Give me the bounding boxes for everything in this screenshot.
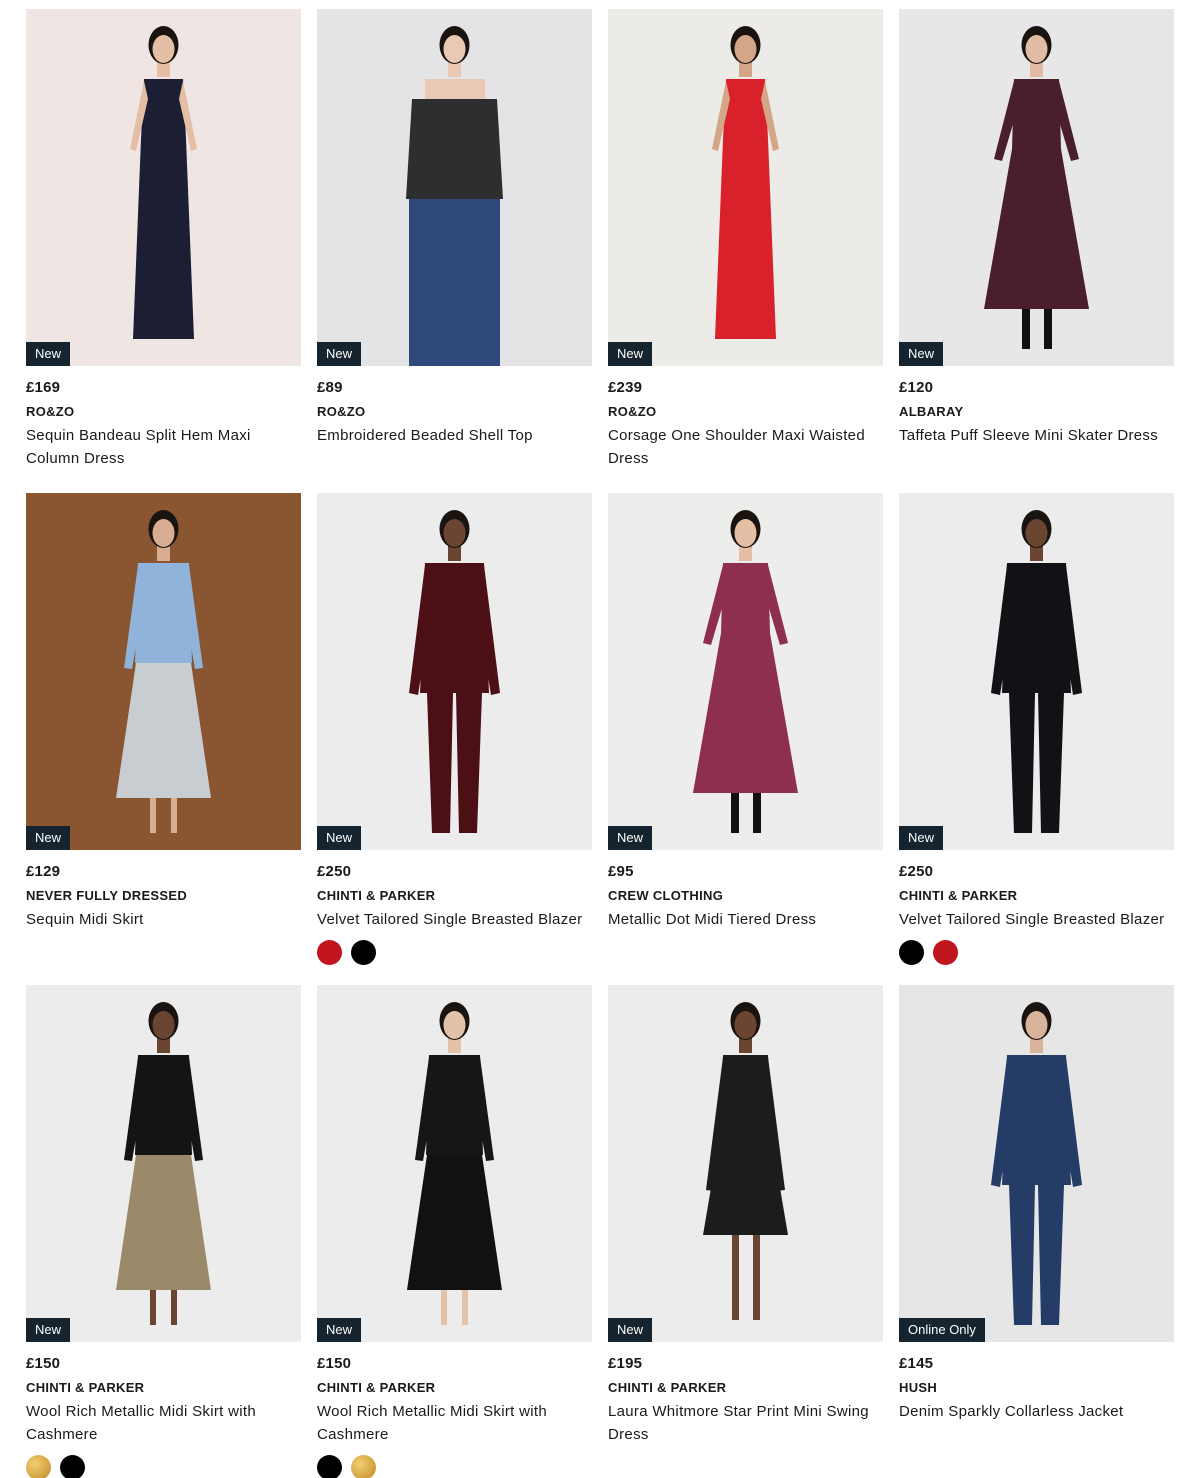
- product-card[interactable]: New £150 CHINTI & PARKER Wool Rich Metallic…: [26, 985, 301, 1478]
- product-card[interactable]: New £129 NEVER FULLY DRESSED Sequin Midi Sk…: [26, 493, 301, 931]
- product-image[interactable]: New: [317, 985, 592, 1342]
- product-price: £89: [317, 379, 343, 396]
- colour-swatch[interactable]: [317, 1455, 342, 1478]
- model-figure: [406, 26, 503, 366]
- product-card[interactable]: New £95 CREW CLOTHING Metallic Dot Midi Tie…: [608, 493, 883, 931]
- product-image[interactable]: New: [26, 493, 301, 850]
- colour-swatch[interactable]: [933, 940, 958, 965]
- product-grid: New £169 RO&ZO Sequin Bandeau Split Hem Max…: [0, 0, 1200, 1478]
- product-card[interactable]: New £250 CHINTI & PARKER Velvet Tailored Si…: [317, 493, 592, 965]
- product-card[interactable]: New £250 CHINTI & PARKER Velvet Tailored Si…: [899, 493, 1174, 965]
- product-price: £120: [899, 379, 934, 396]
- colour-swatches: [26, 1455, 301, 1478]
- product-title[interactable]: Velvet Tailored Single Breasted Blazer: [317, 908, 592, 931]
- model-figure: [703, 1002, 788, 1320]
- product-title[interactable]: Embroidered Beaded Shell Top: [317, 424, 592, 447]
- product-image[interactable]: New: [317, 9, 592, 366]
- product-brand: CHINTI & PARKER: [26, 1380, 145, 1395]
- model-figure: [409, 510, 500, 833]
- product-title[interactable]: Laura Whitmore Star Print Mini Swing Dre…: [608, 1400, 883, 1446]
- product-title[interactable]: Velvet Tailored Single Breasted Blazer: [899, 908, 1174, 931]
- product-image[interactable]: New: [317, 493, 592, 850]
- product-badge: New: [899, 826, 944, 850]
- product-badge: New: [317, 342, 362, 366]
- product-brand: NEVER FULLY DRESSED: [26, 888, 188, 903]
- product-brand: RO&ZO: [608, 404, 657, 419]
- model-figure: [116, 1002, 211, 1325]
- model-figure: [991, 1002, 1082, 1325]
- product-price: £169: [26, 379, 61, 396]
- product-card[interactable]: New £239 RO&ZO Corsage One Shoulder Maxi Wa…: [608, 9, 883, 470]
- product-image[interactable]: New: [608, 985, 883, 1342]
- colour-swatch[interactable]: [351, 1455, 376, 1478]
- product-title[interactable]: Sequin Bandeau Split Hem Maxi Column Dre…: [26, 424, 301, 470]
- model-figure: [991, 510, 1082, 833]
- product-image[interactable]: Online Only: [899, 985, 1174, 1342]
- product-badge: New: [26, 826, 71, 850]
- product-brand: ALBARAY: [899, 404, 964, 419]
- product-badge: New: [317, 1318, 362, 1342]
- product-price: £145: [899, 1355, 934, 1372]
- product-title[interactable]: Corsage One Shoulder Maxi Waisted Dress: [608, 424, 883, 470]
- product-title[interactable]: Wool Rich Metallic Midi Skirt with Cashm…: [317, 1400, 592, 1446]
- model-figure: [712, 26, 779, 339]
- product-badge: New: [608, 342, 653, 366]
- product-price: £250: [899, 863, 934, 880]
- colour-swatches: [899, 940, 1174, 965]
- model-figure: [116, 510, 211, 833]
- product-card[interactable]: New £195 CHINTI & PARKER Laura Whitmore Sta…: [608, 985, 883, 1446]
- colour-swatches: [317, 1455, 592, 1478]
- product-price: £150: [26, 1355, 61, 1372]
- product-price: £195: [608, 1355, 643, 1372]
- product-image[interactable]: New: [608, 9, 883, 366]
- product-brand: CHINTI & PARKER: [608, 1380, 727, 1395]
- colour-swatch[interactable]: [351, 940, 376, 965]
- product-title[interactable]: Taffeta Puff Sleeve Mini Skater Dress: [899, 424, 1174, 447]
- product-badge: Online Only: [899, 1318, 985, 1342]
- product-image[interactable]: New: [26, 9, 301, 366]
- product-price: £250: [317, 863, 352, 880]
- product-brand: RO&ZO: [317, 404, 366, 419]
- product-brand: CHINTI & PARKER: [317, 1380, 436, 1395]
- product-price: £95: [608, 863, 634, 880]
- colour-swatches: [317, 940, 592, 965]
- product-title[interactable]: Metallic Dot Midi Tiered Dress: [608, 908, 883, 931]
- product-brand: CHINTI & PARKER: [317, 888, 436, 903]
- product-image[interactable]: New: [899, 9, 1174, 366]
- product-badge: New: [608, 1318, 653, 1342]
- product-badge: New: [317, 826, 362, 850]
- product-badge: New: [26, 1318, 71, 1342]
- product-brand: CREW CLOTHING: [608, 888, 724, 903]
- product-price: £239: [608, 379, 643, 396]
- product-card[interactable]: New £169 RO&ZO Sequin Bandeau Split Hem Max…: [26, 9, 301, 470]
- model-figure: [693, 510, 798, 833]
- product-brand: RO&ZO: [26, 404, 75, 419]
- product-card[interactable]: New £89 RO&ZO Embroidered Beaded Shell Top: [317, 9, 592, 447]
- product-image[interactable]: New: [608, 493, 883, 850]
- colour-swatch[interactable]: [26, 1455, 51, 1478]
- product-brand: HUSH: [899, 1380, 938, 1395]
- product-title[interactable]: Denim Sparkly Collarless Jacket: [899, 1400, 1174, 1423]
- product-title[interactable]: Sequin Midi Skirt: [26, 908, 301, 931]
- product-badge: New: [899, 342, 944, 366]
- product-card[interactable]: Online Only £145 HUSH Denim Sparkly Collarl…: [899, 985, 1174, 1423]
- model-figure: [407, 1002, 502, 1325]
- colour-swatch[interactable]: [899, 940, 924, 965]
- colour-swatch[interactable]: [60, 1455, 85, 1478]
- product-card[interactable]: New £150 CHINTI & PARKER Wool Rich Metallic…: [317, 985, 592, 1478]
- product-image[interactable]: New: [26, 985, 301, 1342]
- product-price: £150: [317, 1355, 352, 1372]
- product-badge: New: [608, 826, 653, 850]
- product-price: £129: [26, 863, 61, 880]
- model-figure: [130, 26, 197, 339]
- product-title[interactable]: Wool Rich Metallic Midi Skirt with Cashm…: [26, 1400, 301, 1446]
- colour-swatch[interactable]: [317, 940, 342, 965]
- product-card[interactable]: New £120 ALBARAY Taffeta Puff Sleeve Mini S…: [899, 9, 1174, 447]
- product-brand: CHINTI & PARKER: [899, 888, 1018, 903]
- product-image[interactable]: New: [899, 493, 1174, 850]
- model-figure: [984, 26, 1089, 349]
- product-badge: New: [26, 342, 71, 366]
